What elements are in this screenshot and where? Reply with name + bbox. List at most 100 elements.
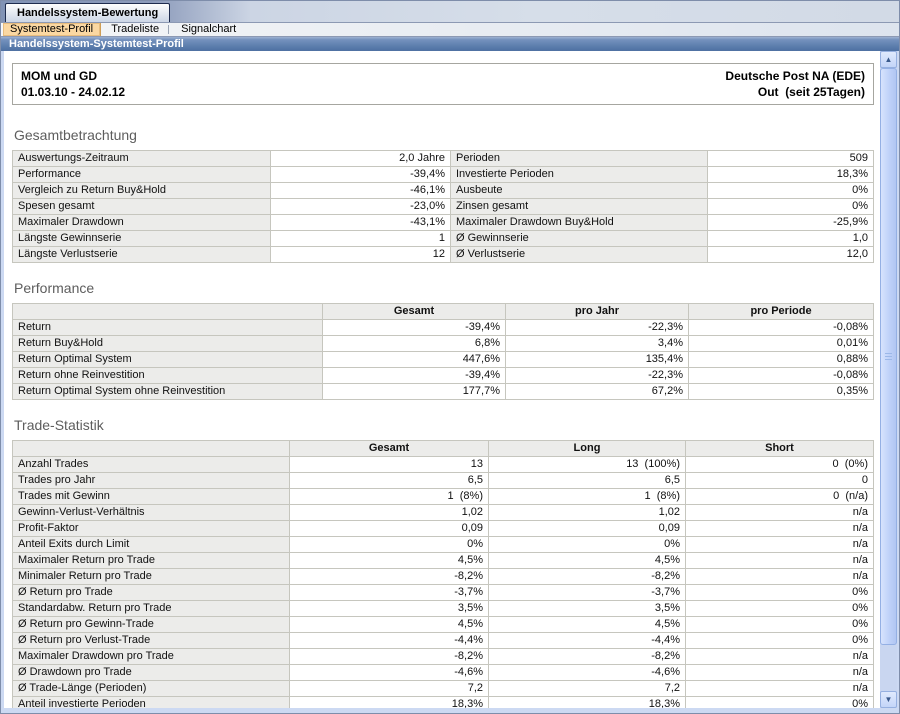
- row-value: 18,3%: [290, 697, 489, 709]
- row-value: 13 (100%): [489, 457, 686, 473]
- row-label: Minimaler Return pro Trade: [13, 569, 290, 585]
- row-label: Vergleich zu Return Buy&Hold: [13, 183, 271, 199]
- row-label: Ø Return pro Gewinn-Trade: [13, 617, 290, 633]
- row-value: 0,09: [489, 521, 686, 537]
- row-label: Ø Gewinnserie: [451, 231, 708, 247]
- row-value: 4,5%: [290, 553, 489, 569]
- table-row: Performance-39,4%Investierte Perioden18,…: [13, 167, 874, 183]
- row-value: -39,4%: [323, 368, 506, 384]
- row-label: Zinsen gesamt: [451, 199, 708, 215]
- row-value: -4,4%: [290, 633, 489, 649]
- row-label: Investierte Perioden: [451, 167, 708, 183]
- row-value: 6,8%: [323, 336, 506, 352]
- table-row: Ø Trade-Länge (Perioden)7,27,2n/a: [13, 681, 874, 697]
- row-value: 13: [290, 457, 489, 473]
- scroll-down-icon[interactable]: ▼: [880, 691, 897, 708]
- row-value: -4,6%: [489, 665, 686, 681]
- row-value: n/a: [686, 569, 874, 585]
- evaluation-period: 01.03.10 - 24.02.12: [21, 84, 125, 100]
- table-row: Trades mit Gewinn1 (8%)1 (8%)0 (n/a): [13, 489, 874, 505]
- content-area: MOM und GD 01.03.10 - 24.02.12 Deutsche …: [4, 51, 880, 708]
- tab-tradeliste[interactable]: Tradeliste: [104, 23, 166, 36]
- row-value: 3,5%: [489, 601, 686, 617]
- row-value: 135,4%: [506, 352, 689, 368]
- table-row: Minimaler Return pro Trade-8,2%-8,2%n/a: [13, 569, 874, 585]
- row-value: n/a: [686, 681, 874, 697]
- row-value: 3,4%: [506, 336, 689, 352]
- row-value: -0,08%: [689, 320, 874, 336]
- row-value: 0,88%: [689, 352, 874, 368]
- vertical-scrollbar[interactable]: ▲ ▼: [880, 51, 897, 708]
- table-row: Anteil investierte Perioden18,3%18,3%0%: [13, 697, 874, 709]
- row-value: n/a: [686, 505, 874, 521]
- table-row: Profit-Faktor0,090,09n/a: [13, 521, 874, 537]
- row-value: 3,5%: [290, 601, 489, 617]
- table-row: Längste Gewinnserie1Ø Gewinnserie1,0: [13, 231, 874, 247]
- tab-signalchart[interactable]: Signalchart: [174, 23, 243, 36]
- row-label: Trades pro Jahr: [13, 473, 290, 489]
- column-header: Long: [489, 441, 686, 457]
- row-value: 1,02: [290, 505, 489, 521]
- row-label: Längste Verlustserie: [13, 247, 271, 263]
- table-row: Ø Return pro Gewinn-Trade4,5%4,5%0%: [13, 617, 874, 633]
- row-value: -4,6%: [290, 665, 489, 681]
- row-label: Anzahl Trades: [13, 457, 290, 473]
- row-label: Spesen gesamt: [13, 199, 271, 215]
- sub-tabstrip: Systemtest-Profil Tradeliste Signalchart: [1, 23, 899, 37]
- row-label: Maximaler Return pro Trade: [13, 553, 290, 569]
- row-value: 0%: [686, 601, 874, 617]
- row-value: -8,2%: [489, 649, 686, 665]
- row-value: -3,7%: [290, 585, 489, 601]
- row-value: 18,3%: [489, 697, 686, 709]
- row-value: 0%: [686, 633, 874, 649]
- column-header: pro Jahr: [506, 304, 689, 320]
- row-label: Profit-Faktor: [13, 521, 290, 537]
- row-value: 0%: [686, 697, 874, 709]
- page-title: Handelssystem-Systemtest-Profil: [1, 37, 899, 51]
- window-frame-bottom: [1, 708, 899, 713]
- row-value: -22,3%: [506, 368, 689, 384]
- tab-systemtest-profil[interactable]: Systemtest-Profil: [3, 23, 101, 36]
- scroll-up-icon[interactable]: ▲: [880, 51, 897, 68]
- row-value: -46,1%: [271, 183, 451, 199]
- row-label: Trades mit Gewinn: [13, 489, 290, 505]
- system-name: MOM und GD: [21, 68, 125, 84]
- tab-handelssystem-bewertung[interactable]: Handelssystem-Bewertung: [5, 3, 170, 22]
- row-label: Return Optimal System ohne Reinvestition: [13, 384, 323, 400]
- row-value: -43,1%: [271, 215, 451, 231]
- row-label: Standardabw. Return pro Trade: [13, 601, 290, 617]
- row-value: 0%: [708, 199, 874, 215]
- table-row: Return Optimal System ohne Reinvestition…: [13, 384, 874, 400]
- trade-statistik-table: GesamtLongShort Anzahl Trades1313 (100%)…: [12, 440, 874, 708]
- table-row: Return-39,4%-22,3%-0,08%: [13, 320, 874, 336]
- row-value: 12,0: [708, 247, 874, 263]
- row-value: 6,5: [489, 473, 686, 489]
- row-label: Maximaler Drawdown: [13, 215, 271, 231]
- table-row: Ø Drawdown pro Trade-4,6%-4,6%n/a: [13, 665, 874, 681]
- table-row: Return Optimal System447,6%135,4%0,88%: [13, 352, 874, 368]
- row-value: n/a: [686, 553, 874, 569]
- row-value: -23,0%: [271, 199, 451, 215]
- window-frame-left: [1, 51, 4, 713]
- column-header: Short: [686, 441, 874, 457]
- table-row: Ø Return pro Trade-3,7%-3,7%0%: [13, 585, 874, 601]
- row-value: -22,3%: [506, 320, 689, 336]
- main-tabstrip: Handelssystem-Bewertung: [1, 1, 899, 23]
- row-value: 0,01%: [689, 336, 874, 352]
- row-value: -39,4%: [323, 320, 506, 336]
- row-value: -4,4%: [489, 633, 686, 649]
- row-value: -0,08%: [689, 368, 874, 384]
- row-value: 0%: [489, 537, 686, 553]
- row-label: Ø Return pro Verlust-Trade: [13, 633, 290, 649]
- row-value: 2,0 Jahre: [271, 151, 451, 167]
- row-value: 4,5%: [290, 617, 489, 633]
- row-value: 1,0: [708, 231, 874, 247]
- position-status: Out (seit 25Tagen): [725, 84, 865, 100]
- row-value: 7,2: [290, 681, 489, 697]
- row-value: 12: [271, 247, 451, 263]
- table-row: Trades pro Jahr6,56,50: [13, 473, 874, 489]
- row-value: 7,2: [489, 681, 686, 697]
- scrollbar-thumb[interactable]: [880, 68, 897, 645]
- column-header: Gesamt: [290, 441, 489, 457]
- row-value: 509: [708, 151, 874, 167]
